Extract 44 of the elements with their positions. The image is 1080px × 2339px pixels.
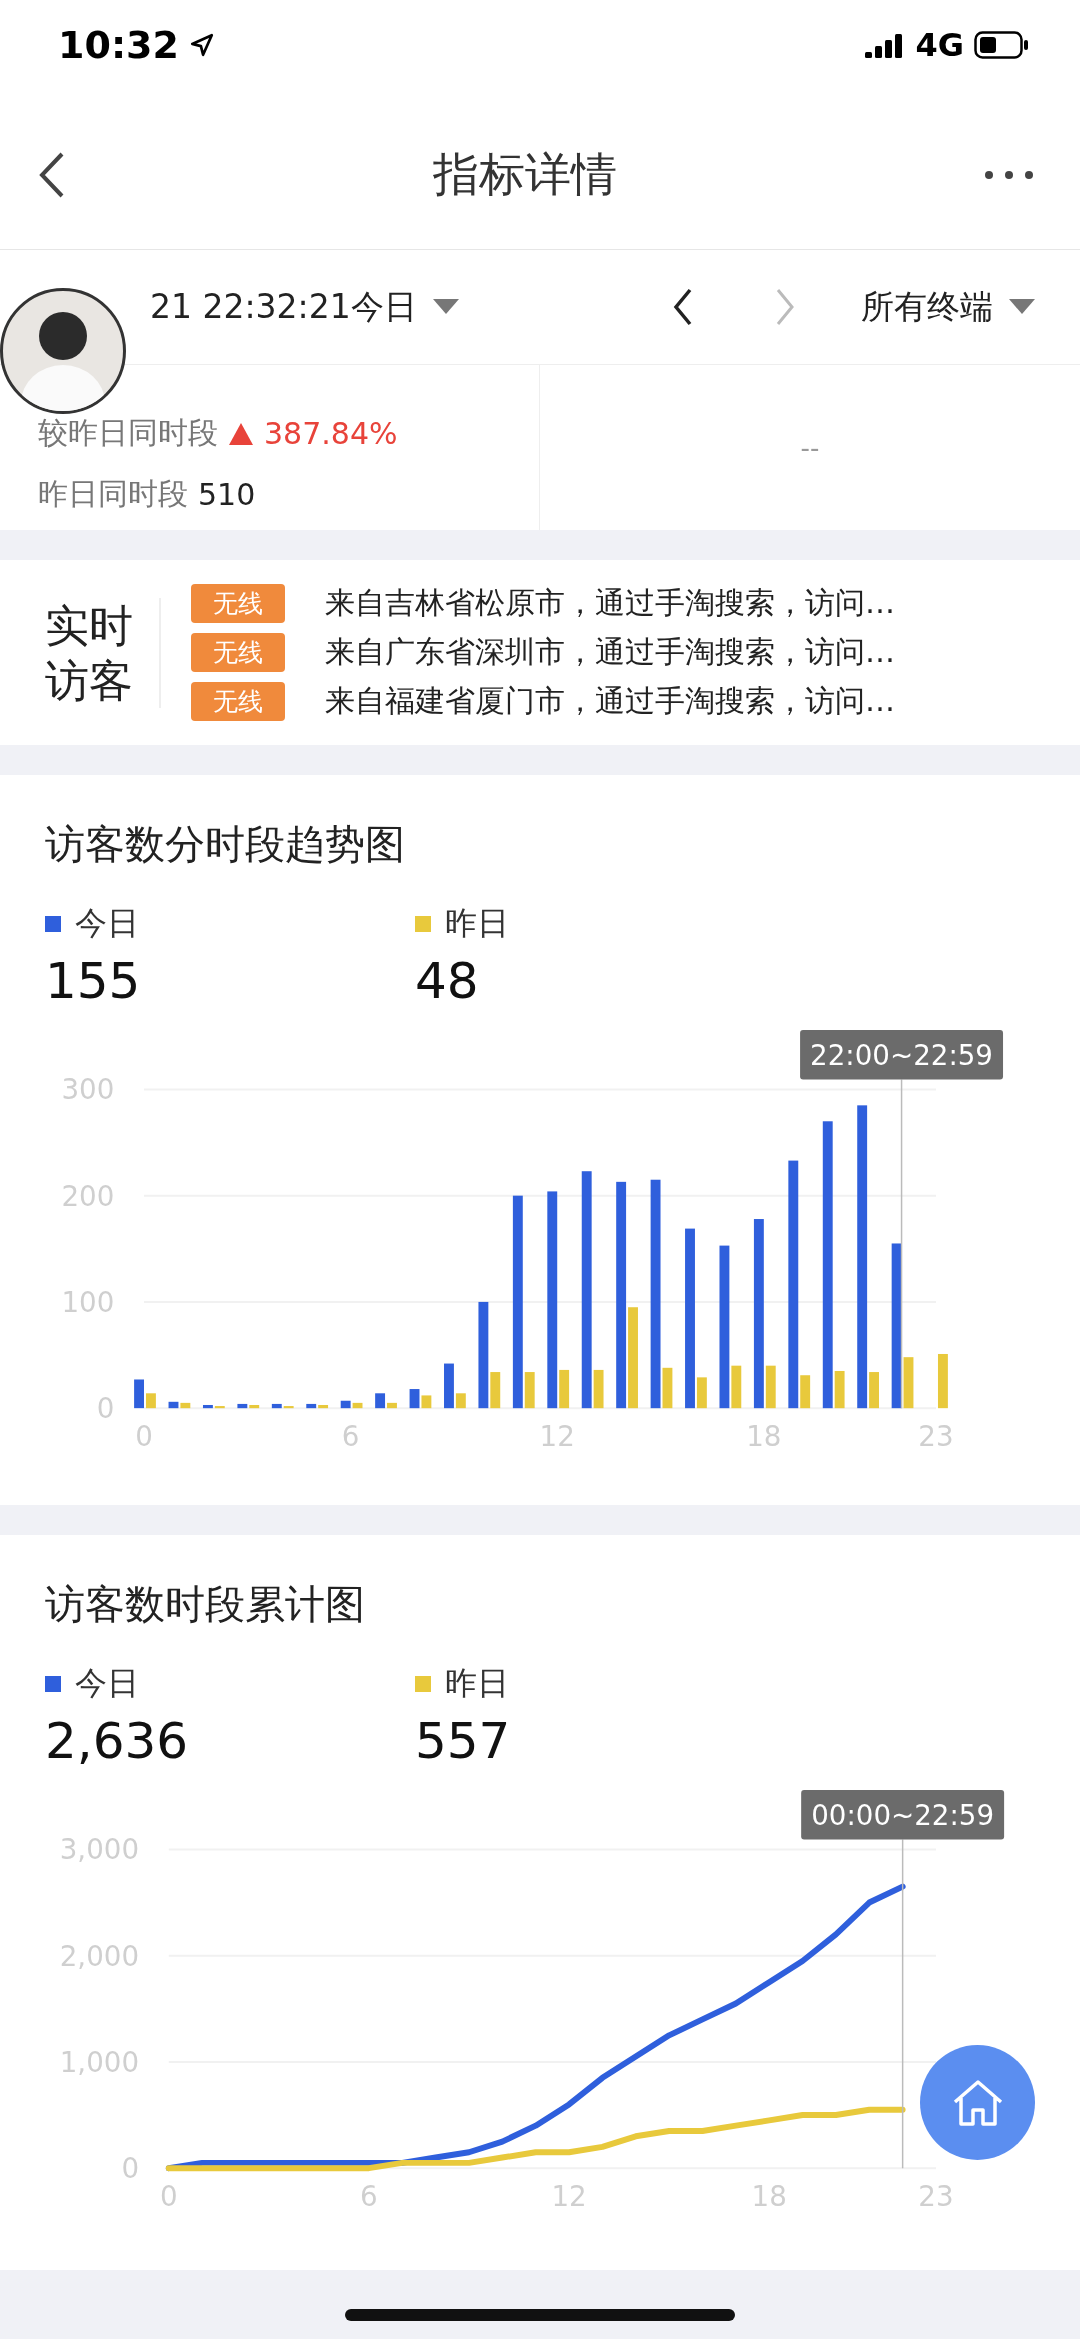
date-dropdown[interactable]: 21 22:32:21今日	[150, 284, 459, 330]
visitor-entry[interactable]: 来自广东省深圳市，通过手淘搜索，访问…	[325, 632, 895, 673]
bar	[421, 1395, 432, 1409]
page-title: 指标详情	[433, 145, 617, 203]
chart-title: 访客数分时段趋势图	[45, 820, 406, 869]
chevron-left-icon	[673, 288, 693, 326]
bar	[340, 1400, 351, 1409]
legend-value: 2,636	[45, 1712, 190, 1770]
up-triangle-icon	[228, 421, 254, 446]
legend-value: 557	[415, 1712, 512, 1770]
bar	[937, 1354, 948, 1409]
chart-tooltip: 22:00~22:59	[800, 1030, 1004, 1080]
yesterday-value: 510	[198, 477, 256, 512]
status-time: 10:32	[58, 23, 179, 67]
realtime-title: 实时访客	[45, 597, 161, 708]
bar	[409, 1389, 420, 1409]
bar	[134, 1379, 144, 1409]
comparison-label: 较昨日同时段	[38, 414, 218, 452]
legend-label: 昨日	[445, 903, 509, 944]
legend-value: 48	[415, 952, 480, 1010]
tag: 无线	[191, 682, 285, 721]
chevron-right-icon	[775, 288, 795, 326]
legend-label: 今日	[75, 903, 139, 944]
location-arrow-icon	[188, 32, 215, 58]
legend-value: 155	[45, 952, 142, 1010]
bar	[146, 1393, 156, 1409]
tag: 无线	[191, 584, 285, 623]
more-icon	[984, 169, 1034, 180]
caret-icon	[1009, 299, 1035, 315]
chart-tooltip: 00:00~22:59	[801, 1790, 1005, 1840]
tag: 无线	[191, 633, 285, 672]
legend-label: 今日	[75, 1663, 139, 1704]
battery-icon	[974, 31, 1030, 59]
terminal-dropdown[interactable]: 所有终端	[861, 284, 1035, 330]
visitor-entry[interactable]: 来自吉林省松原市，通过手淘搜索，访问…	[325, 583, 895, 624]
caret-icon	[432, 299, 459, 315]
visitor-entry[interactable]: 来自福建省厦门市，通过手淘搜索，访问…	[325, 681, 895, 722]
home-indicator[interactable]	[345, 2308, 735, 2321]
chart-title: 访客数时段累计图	[45, 1580, 366, 1629]
network-type: 4G	[915, 26, 964, 64]
empty-value: --	[800, 432, 820, 463]
yesterday-label: 昨日同时段	[38, 475, 188, 513]
change-percent: 387.84%	[264, 416, 398, 451]
legend-label: 昨日	[445, 1663, 509, 1704]
